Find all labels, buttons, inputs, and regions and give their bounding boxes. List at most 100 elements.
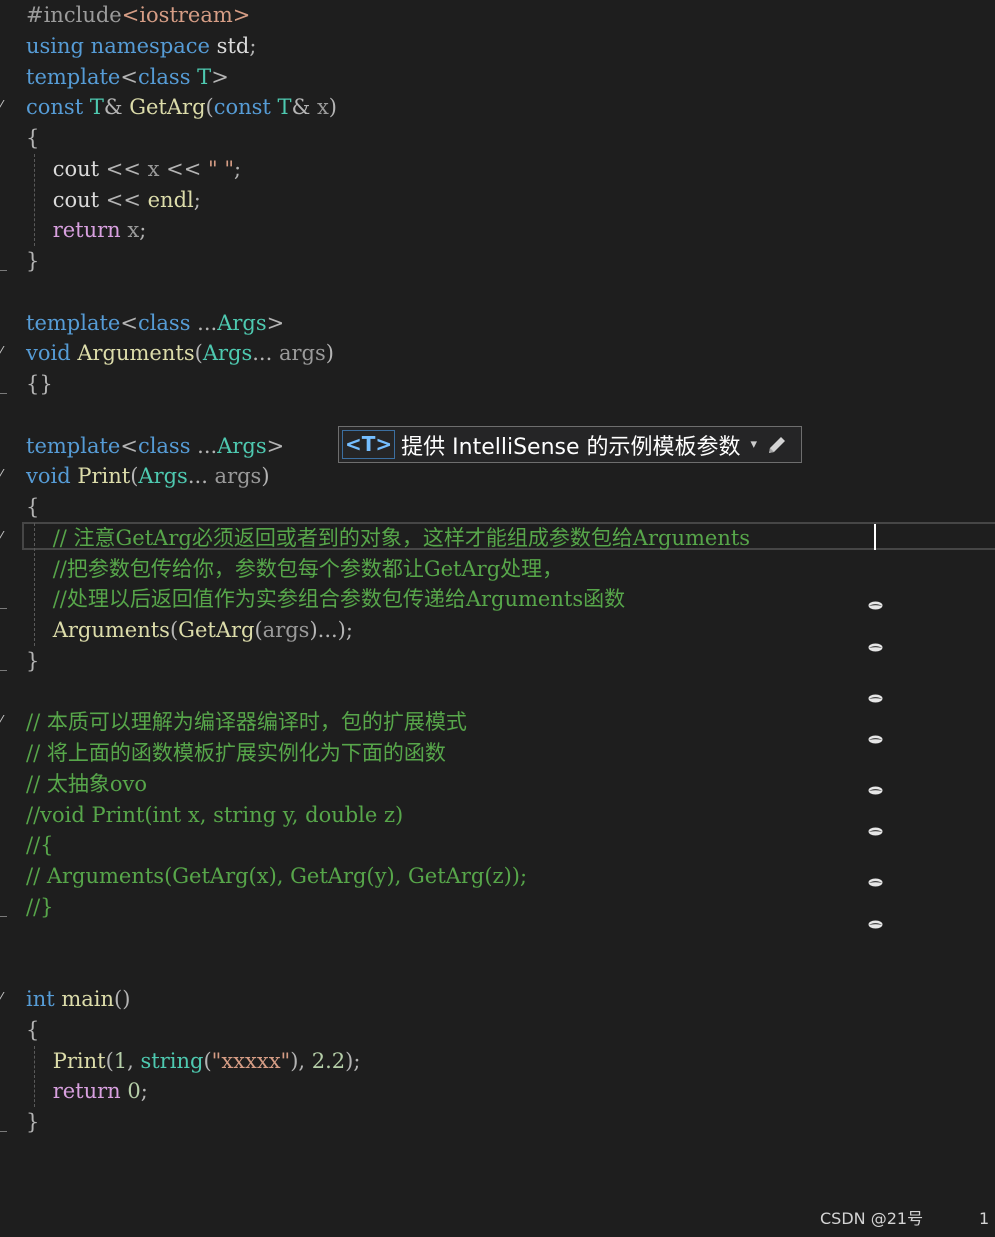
code-token: < [120, 433, 138, 458]
collapse-chevron-icon[interactable]: ⁄ [0, 992, 10, 1005]
code-line[interactable]: return x; [26, 215, 147, 245]
code-line[interactable]: const T& GetArg(const T& x) [26, 92, 337, 122]
code-token: class [137, 310, 198, 335]
code-line[interactable]: template<class ...Args> [26, 431, 284, 461]
code-token: Args [202, 341, 253, 366]
code-token: ; [249, 33, 257, 58]
code-token: ( [194, 341, 203, 366]
code-line[interactable]: // Arguments(GetArg(x), GetArg(y), GetAr… [26, 861, 527, 891]
code-line[interactable]: cout << x << " "; [26, 154, 241, 184]
code-token: template [26, 433, 121, 458]
code-token: //处理以后返回值作为实参组合参数包传递给Arguments函数 [52, 587, 626, 612]
code-token: < [120, 310, 138, 335]
code-token: ; [234, 156, 242, 181]
code-token: args [278, 341, 326, 366]
code-token: ( [205, 95, 214, 120]
code-token: //{ [26, 833, 54, 858]
code-line[interactable]: } [26, 246, 39, 276]
chevron-down-icon[interactable]: ▾ [751, 437, 758, 452]
code-editor[interactable]: #include<iostream> using namespace std; te… [0, 0, 995, 1237]
code-line[interactable]: {} [26, 369, 53, 399]
code-token: cout [26, 187, 106, 212]
code-token: T [89, 95, 104, 120]
code-token: } [26, 648, 40, 673]
code-line[interactable]: // 太抽象ovo [26, 769, 147, 799]
code-token: // 注意GetArg必须返回或者到的对象，这样才能组成参数包给Argument… [52, 525, 751, 550]
intellisense-hint-text[interactable]: 提供 IntelliSense 的示例模板参数 [401, 429, 740, 461]
code-line[interactable]: { [26, 123, 39, 153]
intellisense-template-hint[interactable]: <T> 提供 IntelliSense 的示例模板参数 ▾ [338, 426, 802, 463]
indent-guide [34, 522, 35, 646]
breakpoint-glyph-icon [868, 735, 883, 744]
code-line[interactable]: //void Print(int x, string y, double z) [26, 800, 403, 830]
collapse-chevron-icon[interactable]: ⁄ [0, 346, 10, 359]
code-token: > [266, 433, 285, 458]
code-line[interactable]: template<class ...Args> [26, 308, 284, 338]
code-line[interactable]: void Arguments(Args... args) [26, 338, 334, 368]
code-line[interactable]: //处理以后返回值作为实参组合参数包传递给Arguments函数 [26, 584, 625, 614]
code-token: ( [203, 1048, 212, 1073]
code-token: Arguments [52, 618, 170, 642]
code-token: { [26, 1017, 40, 1042]
code-token: {} [26, 372, 53, 396]
code-token: return [52, 218, 128, 243]
fold-end-marker [0, 393, 7, 394]
code-line[interactable]: // 本质可以理解为编译器编译时，包的扩展模式 [26, 707, 467, 737]
code-line[interactable]: { [26, 1015, 39, 1045]
code-line[interactable]: // 注意GetArg必须返回或者到的对象，这样才能组成参数包给Argument… [26, 523, 750, 553]
code-line[interactable]: // 将上面的函数模板扩展实例化为下面的函数 [26, 738, 446, 768]
code-token: " " [208, 156, 235, 181]
fold-end-marker [0, 915, 7, 917]
code-line[interactable]: int main() [26, 984, 130, 1014]
breakpoint-glyph-icon [868, 601, 883, 610]
code-token: template [26, 64, 121, 89]
code-line[interactable]: void Print(Args... args) [26, 461, 270, 491]
code-token: T [197, 64, 212, 89]
code-line[interactable]: } [26, 1107, 39, 1137]
code-token: // 太抽象ovo [26, 771, 147, 796]
fold-end-marker [0, 1131, 7, 1132]
collapse-chevron-icon[interactable]: ⁄ [0, 469, 10, 482]
code-line[interactable]: //把参数包传给你，参数包每个参数都让GetArg处理， [26, 554, 563, 584]
code-token: ... [187, 464, 215, 489]
code-line[interactable]: #include<iostream> [26, 0, 250, 30]
code-token: using [26, 33, 91, 58]
code-line[interactable]: cout << endl; [26, 185, 201, 215]
code-line[interactable]: template<class T> [26, 62, 229, 92]
code-token: } [26, 249, 40, 273]
breakpoint-glyph-icon [868, 920, 883, 929]
code-line[interactable]: //{ [26, 830, 54, 860]
code-line[interactable]: { [26, 492, 39, 522]
code-token: #include [26, 3, 122, 27]
code-token: GetArg [178, 618, 255, 642]
code-token: const [26, 95, 90, 120]
code-token: Args [217, 433, 267, 458]
collapse-chevron-icon[interactable]: ⁄ [0, 531, 10, 544]
code-token: )...); [309, 618, 353, 642]
code-line[interactable]: //} [26, 892, 54, 922]
code-token: } [26, 1110, 40, 1134]
code-line[interactable]: } [26, 646, 39, 676]
collapse-chevron-icon[interactable]: ⁄ [0, 715, 10, 728]
code-token: ) [328, 95, 337, 120]
code-line[interactable]: Arguments(GetArg(args)...); [26, 615, 353, 645]
code-token: cout [26, 156, 106, 181]
code-line[interactable]: return 0; [26, 1076, 148, 1106]
code-token: Args [138, 464, 188, 489]
code-token: //void Print(int x, string y, double z) [26, 802, 404, 827]
code-token: template [26, 310, 121, 335]
code-line[interactable]: using namespace std; [26, 31, 256, 61]
pencil-icon[interactable] [765, 433, 789, 457]
code-token: class [137, 433, 198, 458]
code-token: main [61, 987, 115, 1011]
code-token: ... [197, 433, 218, 458]
code-line[interactable]: Print(1, string("xxxxx"), 2.2); [26, 1046, 361, 1076]
breakpoint-glyph-icon [868, 878, 883, 887]
collapse-chevron-icon[interactable]: ⁄ [0, 100, 10, 113]
code-token: args [262, 618, 310, 642]
